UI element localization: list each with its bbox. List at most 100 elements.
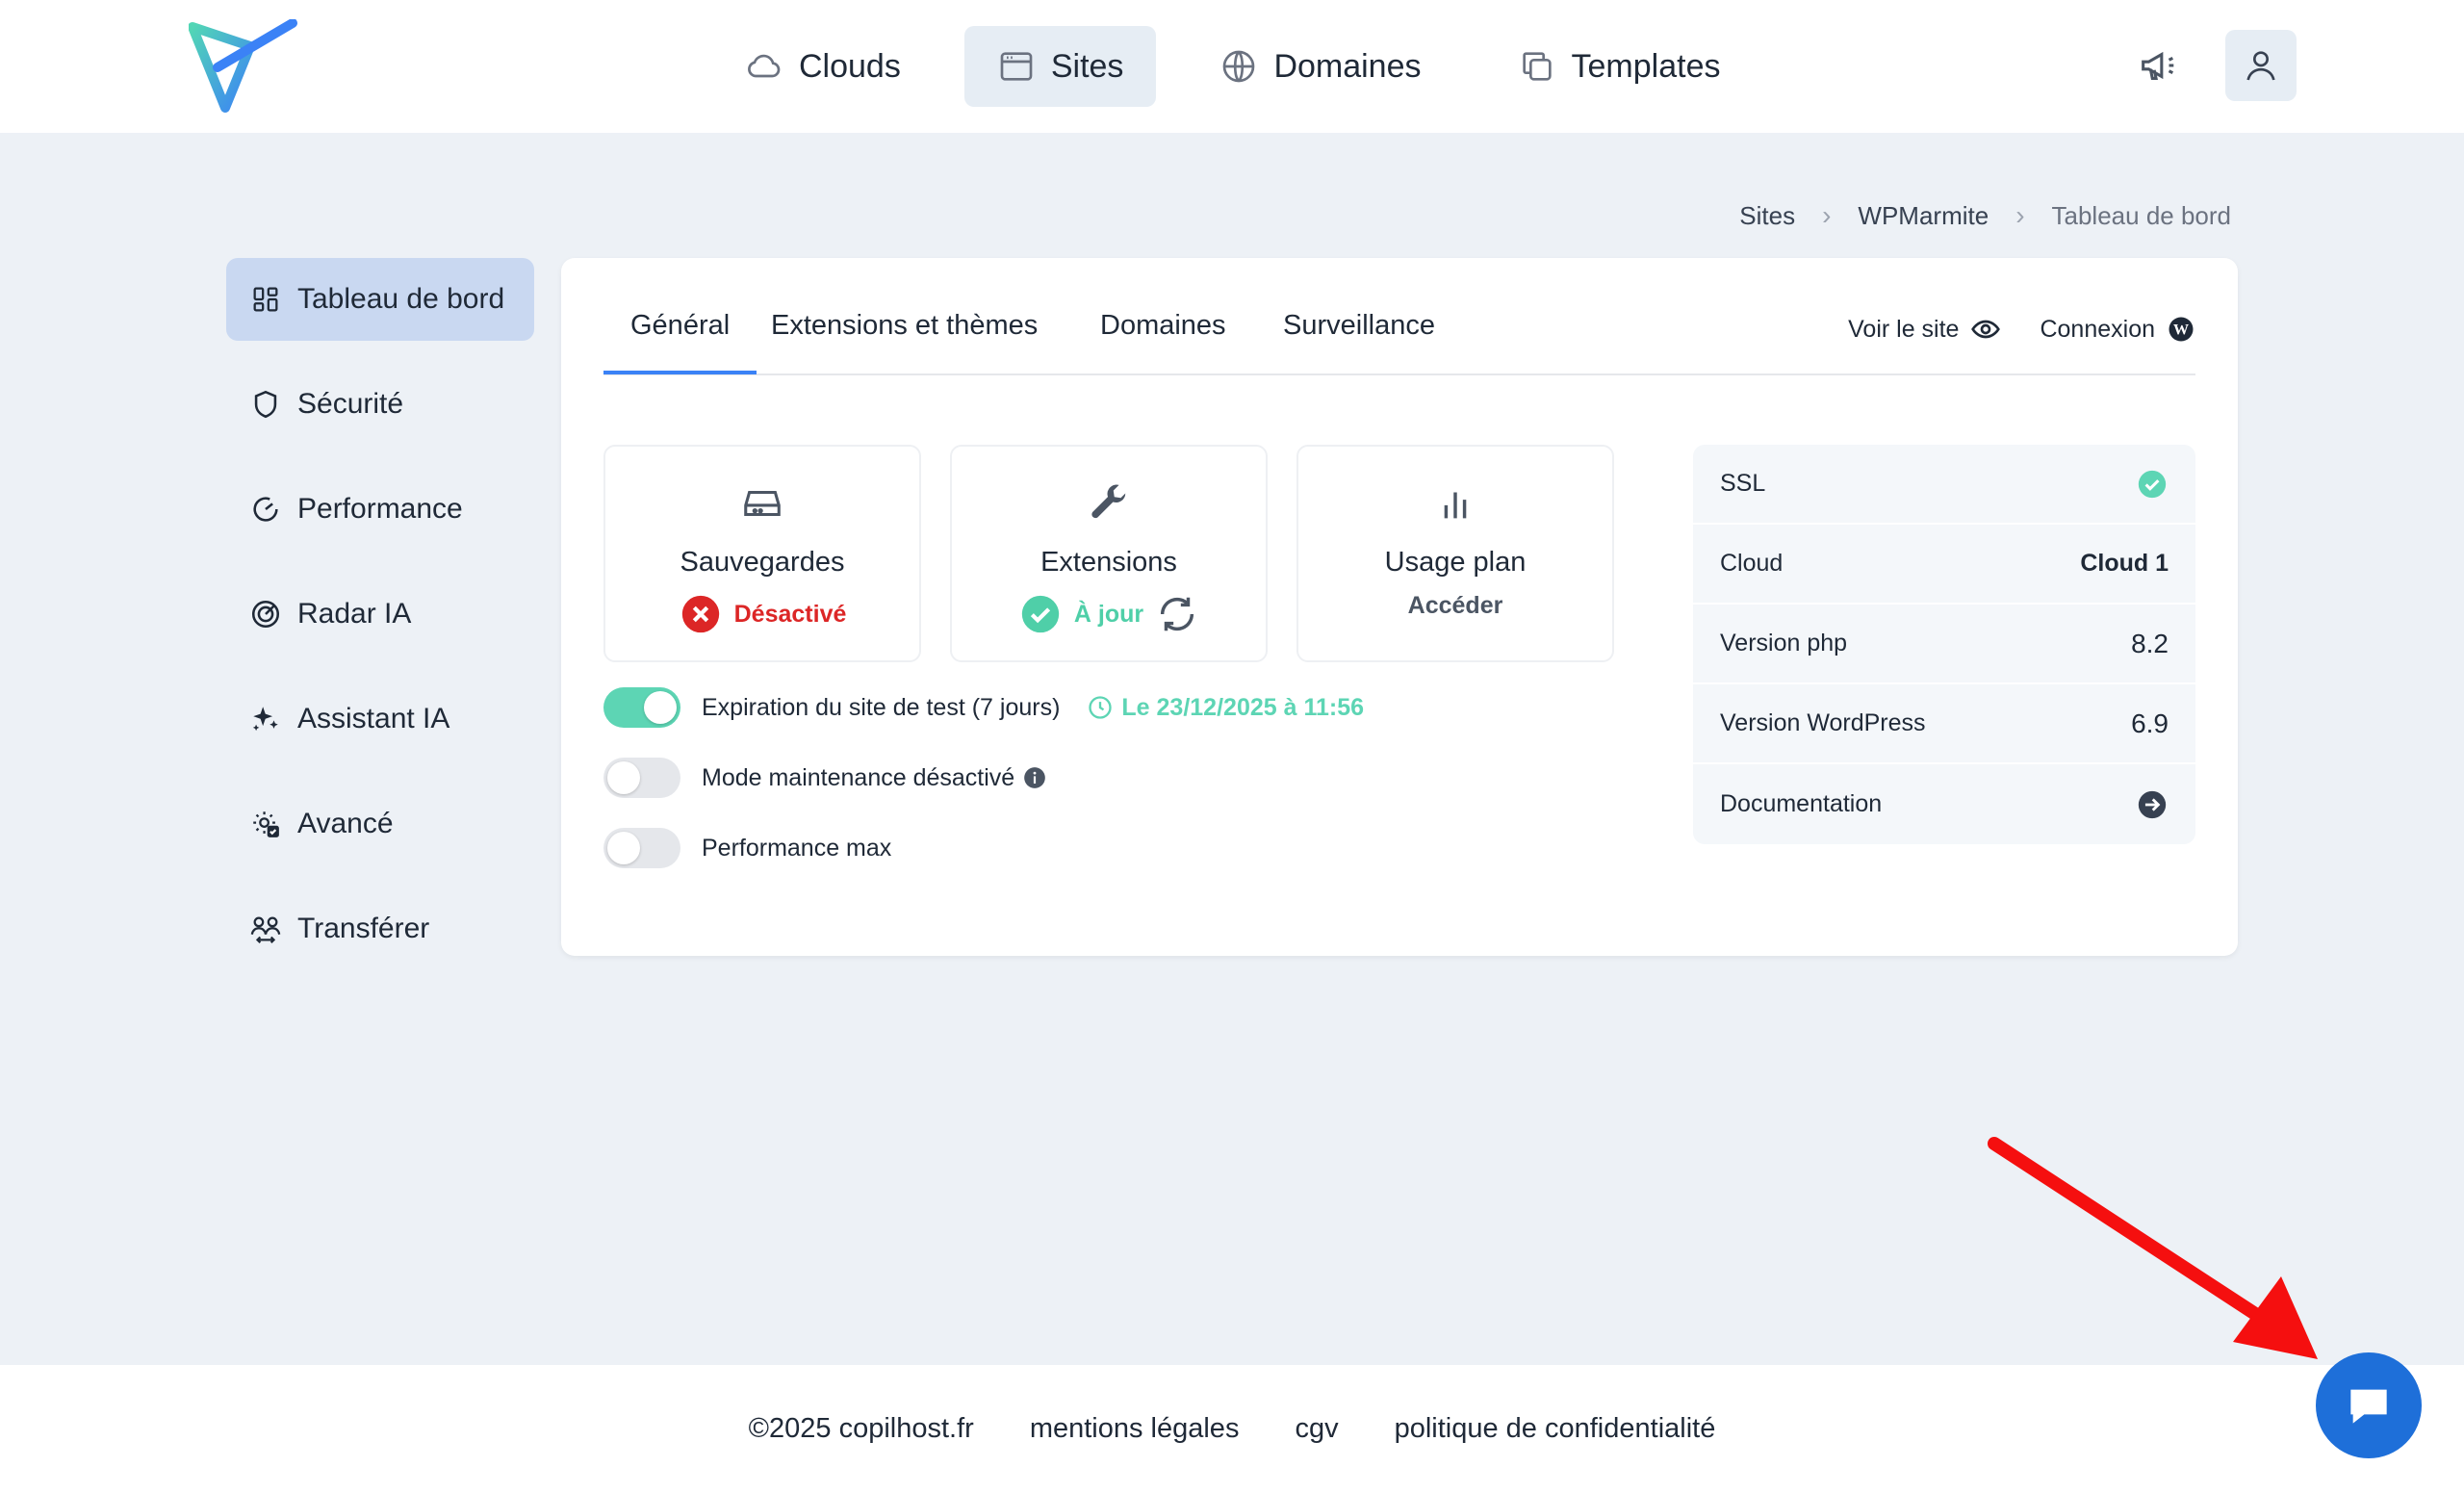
performance-max-label: Performance max <box>702 834 892 862</box>
chevron-right-icon: › <box>2015 200 2025 230</box>
wordpress-icon: W <box>2169 317 2194 342</box>
sidebar-item-label: Radar IA <box>297 598 412 630</box>
extensions-status: À jour <box>1018 592 1199 636</box>
top-right-actions <box>2129 30 2297 101</box>
nav-templates[interactable]: Templates <box>1485 26 1754 107</box>
sidebar-item-radar-ia[interactable]: Radar IA <box>226 573 534 656</box>
gauge-icon <box>253 497 278 522</box>
sidebar-item-tableau-de-bord[interactable]: Tableau de bord <box>226 258 534 341</box>
dashboard-grid-icon <box>253 287 278 312</box>
tab-bar: Général Extensions et thèmes Domaines Su… <box>603 258 2195 375</box>
sidebar-item-label: Assistant IA <box>297 703 450 734</box>
nav-templates-label: Templates <box>1571 47 1721 85</box>
chevron-right-icon: › <box>1822 200 1832 230</box>
globe-icon <box>1223 50 1255 83</box>
main-nav: Clouds Sites Domaines Templates <box>712 26 1753 107</box>
megaphone-icon <box>2142 51 2174 80</box>
info-icon[interactable] <box>1022 765 1047 790</box>
performance-max-toggle[interactable] <box>603 828 680 868</box>
tab-surveillance[interactable]: Surveillance <box>1283 310 1435 342</box>
nav-domaines[interactable]: Domaines <box>1187 26 1453 107</box>
footer-cgv-link[interactable]: cgv <box>1295 1413 1338 1445</box>
eye-icon <box>1971 320 2001 339</box>
expiration-date-text: Le 23/12/2025 à 11:56 <box>1121 693 1365 721</box>
sparkles-icon <box>252 707 278 732</box>
sidebar: Tableau de bord Sécurité Performance Rad… <box>226 258 534 992</box>
extensions-status-label: À jour <box>1073 600 1144 628</box>
info-row-cloud: Cloud Cloud 1 <box>1693 525 2195 605</box>
nav-sites-label: Sites <box>1050 47 1124 85</box>
clock-icon <box>1089 696 1113 719</box>
footer-privacy-link[interactable]: politique de confidentialité <box>1395 1413 1716 1445</box>
footer-legal-link[interactable]: mentions légales <box>1030 1413 1240 1445</box>
breadcrumb-site[interactable]: WPMarmite <box>1858 201 1989 231</box>
tile-title: Sauvegardes <box>680 547 845 578</box>
users-transfer-icon <box>250 916 281 943</box>
annotation-arrow <box>1988 1137 2318 1359</box>
arrow-right-circle-icon[interactable] <box>2136 788 2169 821</box>
breadcrumb-sites[interactable]: Sites <box>1739 201 1795 231</box>
toggle-row-performance: Performance max <box>603 825 1364 871</box>
nav-domaines-label: Domaines <box>1273 47 1422 85</box>
nav-clouds[interactable]: Clouds <box>712 26 934 107</box>
sidebar-item-avance[interactable]: Avancé <box>226 783 534 865</box>
expiration-toggle[interactable] <box>603 687 680 728</box>
chat-button[interactable] <box>2316 1352 2422 1458</box>
view-site-link[interactable]: Voir le site <box>1848 314 2001 345</box>
user-menu-button[interactable] <box>2225 30 2297 101</box>
footer-copyright: ©2025 copilhost.fr <box>748 1413 974 1444</box>
svg-text:W: W <box>2173 322 2189 339</box>
sidebar-item-label: Tableau de bord <box>297 283 505 315</box>
shield-icon <box>254 390 277 419</box>
toggle-knob <box>607 761 640 794</box>
tab-actions: Voir le site Connexion W <box>1848 314 2195 345</box>
info-label: Cloud <box>1720 550 1784 577</box>
toggle-row-maintenance: Mode maintenance désactivé <box>603 755 1364 801</box>
radar-icon <box>251 600 280 629</box>
tab-domaines[interactable]: Domaines <box>1100 310 1226 342</box>
tile-extensions[interactable]: Extensions À jour <box>950 445 1268 662</box>
hard-drive-icon <box>744 490 781 517</box>
browser-window-icon <box>1000 52 1033 81</box>
info-row-documentation[interactable]: Documentation <box>1693 764 2195 844</box>
wp-login-label: Connexion <box>2040 315 2155 343</box>
wp-login-link[interactable]: Connexion W <box>2040 315 2195 344</box>
site-toggles: Expiration du site de test (7 jours) Le … <box>603 684 1364 895</box>
info-label: Version WordPress <box>1720 709 1926 736</box>
cloud-value: Cloud 1 <box>2080 550 2169 577</box>
nav-clouds-label: Clouds <box>799 47 901 85</box>
nav-sites[interactable]: Sites <box>963 26 1157 107</box>
maintenance-toggle[interactable] <box>603 758 680 798</box>
usage-plan-link[interactable]: Accéder <box>1408 592 1503 620</box>
sidebar-item-label: Sécurité <box>297 388 404 420</box>
check-circle-icon <box>1021 595 1060 633</box>
sidebar-item-label: Transférer <box>297 913 430 944</box>
view-site-label: Voir le site <box>1848 315 1960 343</box>
breadcrumb: Sites › WPMarmite › Tableau de bord <box>1739 200 2231 231</box>
top-bar: Clouds Sites Domaines Templates <box>0 0 2464 133</box>
copilhost-logo[interactable] <box>189 19 304 116</box>
sidebar-item-performance[interactable]: Performance <box>226 468 534 551</box>
tile-usage-plan[interactable]: Usage plan Accéder <box>1296 445 1614 662</box>
tab-extensions-themes[interactable]: Extensions et thèmes <box>771 310 1038 342</box>
sidebar-item-securite[interactable]: Sécurité <box>226 363 534 446</box>
backup-status-label: Désactivé <box>733 600 847 628</box>
toggle-knob <box>644 691 677 724</box>
refresh-icon[interactable] <box>1155 592 1199 636</box>
chat-bubble-icon <box>2350 1389 2387 1424</box>
cloud-icon <box>748 54 781 78</box>
tile-sauvegardes[interactable]: Sauvegardes Désactivé <box>603 445 921 662</box>
backup-status: Désactivé <box>679 592 847 636</box>
announcements-button[interactable] <box>2129 37 2187 94</box>
tab-general[interactable]: Général <box>603 310 757 374</box>
usage-plan-link-label: Accéder <box>1407 592 1503 619</box>
wrench-icon <box>1091 484 1126 519</box>
sidebar-item-transferer[interactable]: Transférer <box>226 888 534 970</box>
copy-icon <box>1522 52 1552 81</box>
toggle-knob <box>607 832 640 864</box>
info-row-ssl: SSL <box>1693 445 2195 525</box>
info-row-php: Version php 8.2 <box>1693 605 2195 684</box>
summary-tiles: Sauvegardes Désactivé Extensions À jour … <box>603 445 1614 662</box>
info-label: Documentation <box>1720 790 1883 817</box>
sidebar-item-assistant-ia[interactable]: Assistant IA <box>226 678 534 760</box>
